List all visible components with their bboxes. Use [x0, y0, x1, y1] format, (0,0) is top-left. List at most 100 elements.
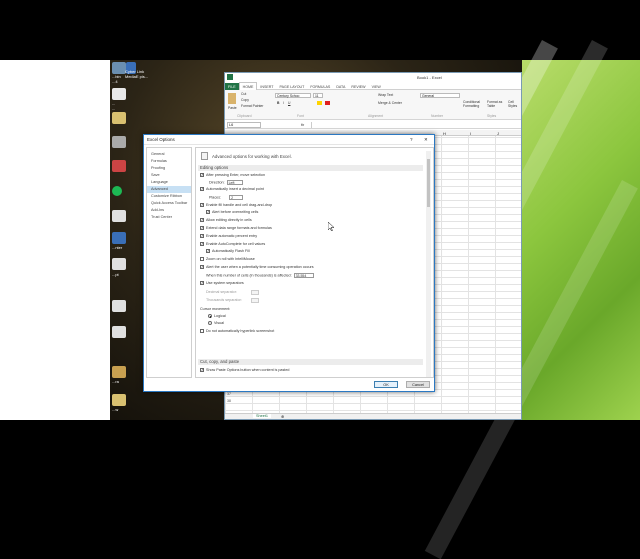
- tab-page-layout[interactable]: PAGE LAYOUT: [277, 83, 308, 90]
- bold-button[interactable]: B: [277, 101, 279, 105]
- nav-item-general[interactable]: General: [150, 151, 192, 158]
- sheet-tab[interactable]: Sheet1: [253, 414, 272, 418]
- checkbox-checked-icon[interactable]: ✓: [200, 217, 204, 222]
- checkbox-checked-icon[interactable]: ✓: [200, 233, 204, 238]
- tab-formulas[interactable]: FORMULAS: [307, 83, 333, 90]
- option-decimal-point[interactable]: ✓ Automatically insert a decimal point: [200, 186, 264, 192]
- radio-selected-icon[interactable]: [208, 314, 212, 319]
- desktop-icon-generic[interactable]: [112, 300, 126, 312]
- nav-item-language[interactable]: Language: [150, 179, 192, 186]
- formula-input[interactable]: [311, 122, 519, 128]
- desktop-icon-generic[interactable]: [112, 210, 126, 222]
- font-size-select[interactable]: 11: [313, 93, 323, 98]
- number-format-select[interactable]: General: [420, 93, 460, 98]
- option-after-enter[interactable]: ✓ After pressing Enter, move selection: [200, 172, 265, 178]
- format-as-table-button[interactable]: Format as Table: [487, 100, 502, 108]
- option-fill-handle[interactable]: ✓ Enable fill handle and cell drag-and-dr…: [200, 202, 272, 208]
- checkbox-unchecked-icon[interactable]: [200, 256, 204, 261]
- option-paste-options[interactable]: ✓ Show Paste Options button when content …: [200, 367, 289, 373]
- font-name-select[interactable]: Century Schoo: [275, 93, 311, 98]
- checkbox-checked-icon[interactable]: ✓: [206, 209, 210, 214]
- help-button[interactable]: ?: [410, 137, 413, 142]
- desktop-icon-generic[interactable]: [112, 232, 126, 244]
- option-extend-formats[interactable]: ✓ Extend data range formats and formulas: [200, 225, 272, 231]
- checkbox-checked-icon[interactable]: ✓: [200, 367, 204, 372]
- merge-center-button[interactable]: Merge & Center: [378, 101, 402, 105]
- checkbox-checked-icon[interactable]: ✓: [200, 225, 204, 230]
- row-number[interactable]: 38: [227, 399, 231, 403]
- option-zoom-roll[interactable]: Zoom on roll with IntelliMouse: [200, 256, 255, 262]
- option-autocomplete[interactable]: ✓ Enable AutoComplete for cell values: [200, 241, 265, 247]
- option-edit-directly[interactable]: ✓ Allow editing directly in cells: [200, 217, 252, 223]
- nav-item-trust-center[interactable]: Trust Center: [150, 214, 192, 221]
- option-alert-user[interactable]: ✓ Alert the user when a potentially time …: [200, 264, 314, 270]
- fx-icon[interactable]: fx: [301, 122, 304, 127]
- close-icon[interactable]: ✕: [424, 137, 428, 143]
- checkbox-checked-icon[interactable]: ✓: [200, 264, 204, 269]
- italic-button[interactable]: I: [283, 101, 284, 105]
- option-alert-overwrite[interactable]: ✓ Alert before overwriting cells: [206, 209, 258, 215]
- desktop-icon-generic[interactable]: [112, 258, 126, 270]
- desktop-icon-generic[interactable]: [112, 160, 126, 172]
- checkbox-unchecked-icon[interactable]: [200, 328, 204, 333]
- tab-view[interactable]: VIEW: [369, 83, 384, 90]
- tab-file[interactable]: FILE: [225, 83, 239, 90]
- column-header-i[interactable]: I: [470, 131, 471, 136]
- desktop-icon-generic[interactable]: [112, 326, 126, 338]
- paste-button[interactable]: Paste: [228, 106, 237, 110]
- radio-unselected-icon[interactable]: [208, 321, 212, 326]
- nav-item-proofing[interactable]: Proofing: [150, 165, 192, 172]
- copy-button[interactable]: Copy: [241, 98, 249, 102]
- checkbox-checked-icon[interactable]: ✓: [200, 280, 204, 285]
- option-hyperlink-screenshot[interactable]: Do not automatically hyperlink screensho…: [200, 328, 274, 334]
- nav-item-customize-ribbon[interactable]: Customize Ribbon: [150, 193, 192, 200]
- format-painter-button[interactable]: Format Painter: [241, 104, 263, 108]
- option-percent-entry[interactable]: ✓ Enable automatic percent entry: [200, 233, 257, 239]
- tab-insert[interactable]: INSERT: [257, 83, 276, 90]
- ok-button[interactable]: OK: [374, 381, 398, 388]
- option-flash-fill[interactable]: ✓ Automatically Flash Fill: [206, 248, 250, 254]
- scrollbar-thumb[interactable]: [427, 159, 430, 207]
- checkbox-checked-icon[interactable]: ✓: [200, 172, 204, 177]
- column-header-j[interactable]: J: [497, 131, 499, 136]
- desktop-icon-folder[interactable]: [112, 112, 126, 124]
- tab-data[interactable]: DATA: [333, 83, 348, 90]
- cancel-button[interactable]: Cancel: [406, 381, 430, 388]
- desktop-icon-document[interactable]: [112, 88, 126, 100]
- nav-item-save[interactable]: Save: [150, 172, 192, 179]
- cut-button[interactable]: Cut: [241, 92, 246, 96]
- nav-item-quick-access-toolbar[interactable]: Quick Access Toolbar: [150, 200, 192, 207]
- radio-visual[interactable]: Visual: [208, 321, 224, 326]
- add-sheet-icon[interactable]: ⊕: [281, 414, 284, 419]
- fill-color-icon[interactable]: [317, 101, 322, 105]
- desktop-icon-spotify[interactable]: [112, 186, 122, 196]
- checkbox-checked-icon[interactable]: ✓: [200, 241, 204, 246]
- nav-item-add-ins[interactable]: Add-Ins: [150, 207, 192, 214]
- tab-review[interactable]: REVIEW: [348, 83, 368, 90]
- desktop-icon-generic[interactable]: [112, 394, 126, 406]
- thousands-separator-input[interactable]: [251, 298, 259, 303]
- cell-styles-button[interactable]: Cell Styles: [508, 100, 517, 108]
- radio-logical[interactable]: Logical: [208, 314, 226, 319]
- places-spinner[interactable]: 2: [229, 195, 244, 200]
- checkbox-checked-icon[interactable]: ✓: [206, 248, 210, 253]
- row-number[interactable]: 37: [227, 392, 231, 396]
- paste-icon[interactable]: [228, 93, 236, 104]
- option-system-separators[interactable]: ✓ Use system separators: [200, 280, 244, 286]
- conditional-formatting-button[interactable]: Conditional Formatting: [463, 100, 480, 108]
- direction-select[interactable]: Left: [226, 180, 243, 185]
- tab-home[interactable]: HOME: [238, 82, 258, 90]
- checkbox-checked-icon[interactable]: ✓: [200, 202, 204, 207]
- desktop-icon-generic[interactable]: [112, 136, 126, 148]
- desktop-icon-generic[interactable]: [112, 366, 126, 378]
- name-box[interactable]: L6: [227, 122, 261, 128]
- checkbox-checked-icon[interactable]: ✓: [200, 186, 204, 191]
- decimal-separator-input[interactable]: [251, 290, 259, 295]
- column-header-h[interactable]: H: [443, 131, 446, 136]
- font-color-icon[interactable]: [325, 101, 330, 105]
- wrap-text-button[interactable]: Wrap Text: [378, 93, 393, 97]
- desktop-icon-recycle[interactable]: [112, 62, 126, 74]
- nav-item-advanced[interactable]: Advanced: [147, 186, 191, 193]
- nav-item-formulas[interactable]: Formulas: [150, 158, 192, 165]
- cells-affected-spinner[interactable]: 33,554: [293, 273, 314, 278]
